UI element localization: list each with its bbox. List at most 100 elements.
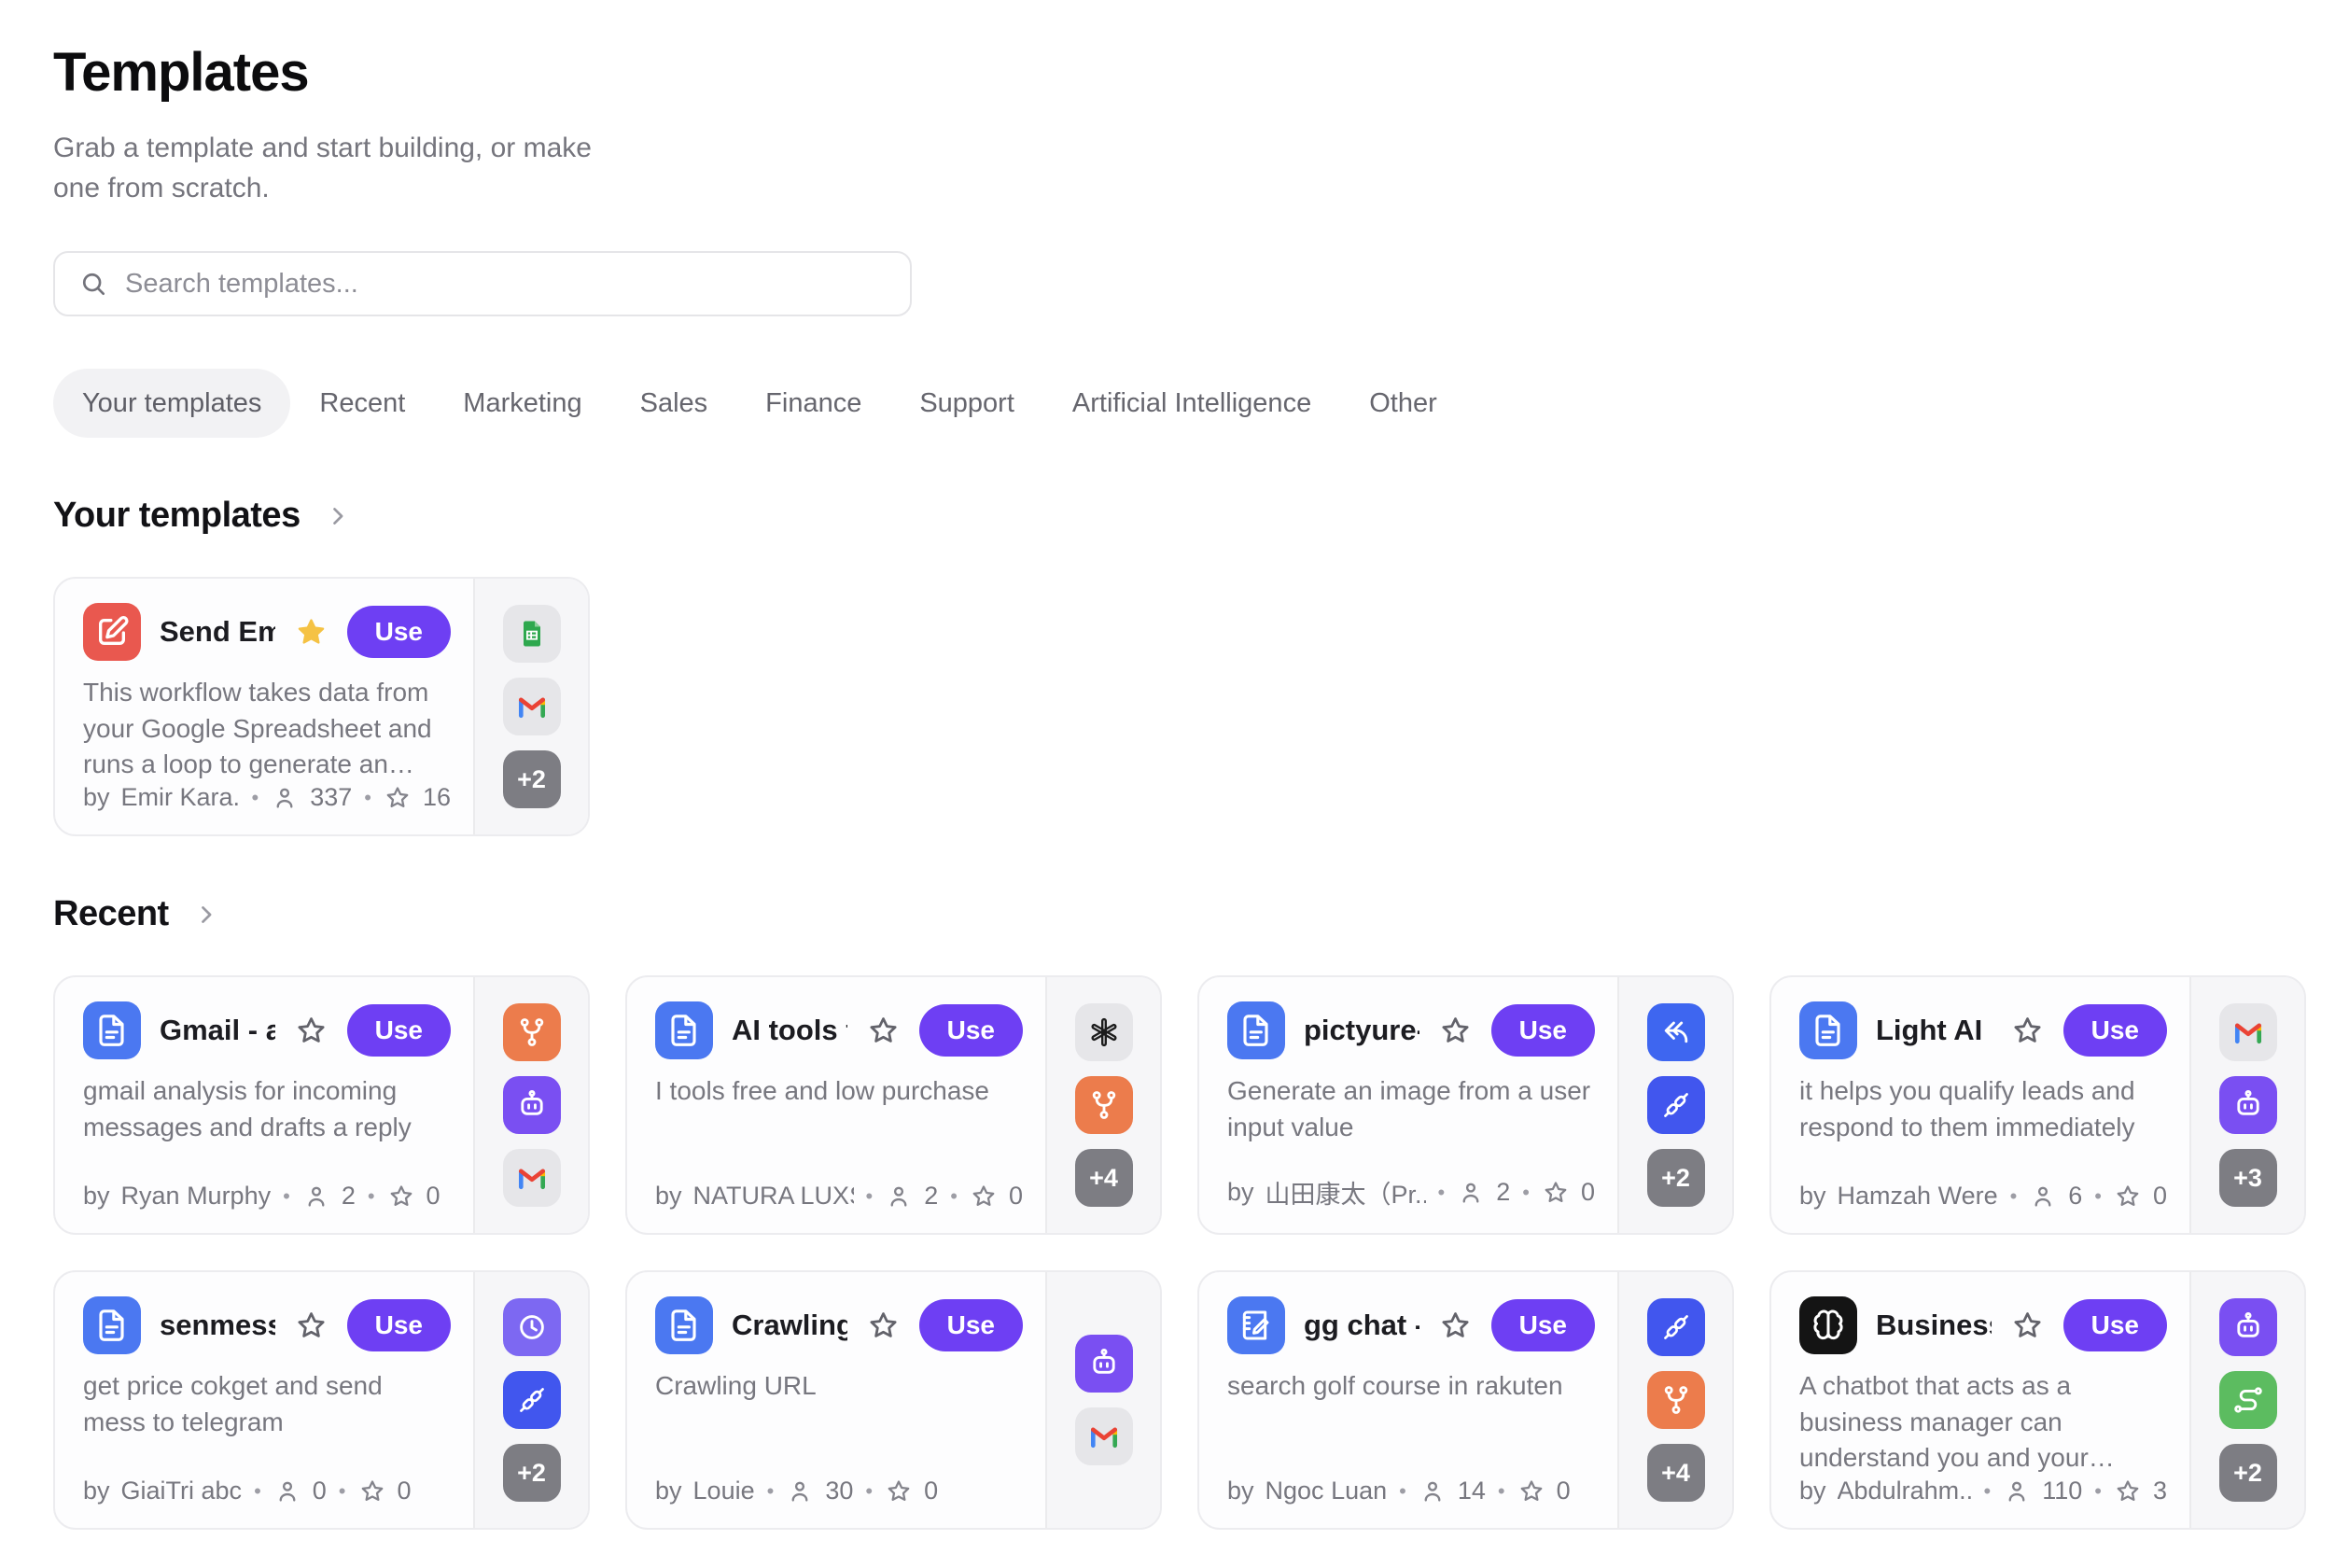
template-card[interactable]: Light AI Use it helps you qualify leads …	[1769, 975, 2306, 1235]
author-name: 山田康太（Pr...	[1265, 1174, 1426, 1211]
template-description: A chatbot that acts as a business manage…	[1799, 1368, 2167, 1476]
tab-finance[interactable]: Finance	[736, 369, 890, 438]
favorite-star-icon[interactable]	[294, 1014, 329, 1048]
users-icon	[2003, 1477, 2031, 1505]
use-button[interactable]: Use	[919, 1299, 1023, 1351]
favorite-star-icon[interactable]	[866, 1309, 901, 1343]
card-grid: Send Ema... Use This workflow takes data…	[53, 577, 2335, 836]
tab-artificial-intelligence[interactable]: Artificial Intelligence	[1043, 369, 1340, 438]
app-stack: +4	[1045, 977, 1160, 1233]
template-title: Crawling	[732, 1309, 847, 1342]
template-card[interactable]: senmess Use get price cokget and send me…	[53, 1270, 590, 1530]
favorite-star-icon[interactable]	[2010, 1014, 2045, 1048]
template-card[interactable]: Crawling Use Crawling URL by Louie • 30 …	[625, 1270, 1162, 1530]
section-title: Recent	[53, 894, 169, 934]
stars-count: 0	[426, 1182, 440, 1211]
sections: Your templates Send Ema... Use This work…	[53, 496, 2335, 1530]
section-title: Your templates	[53, 496, 301, 536]
card-header: Light AI Use	[1799, 1001, 2167, 1059]
use-button[interactable]: Use	[2063, 1299, 2167, 1351]
more-apps-badge: +4	[1647, 1444, 1705, 1502]
users-count: 2	[924, 1182, 938, 1211]
use-button[interactable]: Use	[347, 606, 451, 658]
use-button[interactable]: Use	[347, 1004, 451, 1057]
template-meta: by Abdulrahm... • 110 • 3	[1799, 1477, 2167, 1505]
document-icon	[655, 1001, 713, 1059]
users-count: 6	[2068, 1182, 2082, 1211]
favorite-star-icon[interactable]	[866, 1014, 901, 1048]
separator-dot: •	[1983, 1479, 1992, 1504]
favorite-star-icon[interactable]	[294, 615, 329, 650]
stars-count: 0	[1009, 1182, 1023, 1211]
chevron-right-icon[interactable]	[193, 902, 219, 928]
template-card[interactable]: Business ... Use A chatbot that acts as …	[1769, 1270, 2306, 1530]
separator-dot: •	[282, 1184, 291, 1209]
users-icon	[1457, 1179, 1485, 1207]
author-name: NATURA LUXS	[693, 1182, 854, 1211]
users-icon	[302, 1183, 330, 1211]
card-header: AI tools fr... Use	[655, 1001, 1023, 1059]
use-button[interactable]: Use	[2063, 1004, 2167, 1057]
template-card[interactable]: gg chat - ... Use search golf course in …	[1197, 1270, 1734, 1530]
card-main: Business ... Use A chatbot that acts as …	[1771, 1272, 2189, 1528]
app-stack: +4	[1617, 1272, 1732, 1528]
note-edit-icon	[83, 603, 141, 661]
favorite-star-icon[interactable]	[2010, 1309, 2045, 1343]
author-name: Emir Kara...	[121, 783, 240, 812]
plug-icon	[1647, 1298, 1705, 1356]
app-stack: +2	[1617, 977, 1732, 1233]
tab-marketing[interactable]: Marketing	[434, 369, 610, 438]
favorite-star-icon[interactable]	[294, 1309, 329, 1343]
plug-icon	[503, 1371, 561, 1429]
separator-dot: •	[253, 1479, 262, 1504]
favorite-star-icon[interactable]	[1438, 1309, 1473, 1343]
tab-recent[interactable]: Recent	[290, 369, 434, 438]
template-meta: by Hamzah Were • 6 • 0	[1799, 1182, 2167, 1211]
use-button[interactable]: Use	[1491, 1299, 1595, 1351]
template-card[interactable]: Send Ema... Use This workflow takes data…	[53, 577, 590, 836]
robot-icon	[2219, 1076, 2277, 1134]
by-label: by	[1227, 1178, 1254, 1207]
author-name: Ngoc Luan	[1265, 1477, 1388, 1505]
stars-count: 0	[398, 1477, 412, 1505]
tab-other[interactable]: Other	[1340, 369, 1466, 438]
template-card[interactable]: pictyure-... Use Generate an image from …	[1197, 975, 1734, 1235]
page-subtitle: Grab a template and start building, or m…	[53, 128, 599, 208]
tab-support[interactable]: Support	[890, 369, 1043, 438]
tab-sales[interactable]: Sales	[611, 369, 737, 438]
template-description: gmail analysis for incoming messages and…	[83, 1073, 451, 1145]
tab-your-templates[interactable]: Your templates	[53, 369, 290, 438]
users-icon	[1419, 1477, 1447, 1505]
use-button[interactable]: Use	[1491, 1004, 1595, 1057]
use-button[interactable]: Use	[919, 1004, 1023, 1057]
app-stack	[1045, 1272, 1160, 1528]
document-icon	[655, 1296, 713, 1354]
template-meta: by Ngoc Luan • 14 • 0	[1227, 1477, 1595, 1505]
stars-count: 0	[1581, 1178, 1595, 1207]
author-name: Hamzah Were	[1838, 1182, 1998, 1211]
search-box[interactable]	[53, 251, 912, 316]
author-name: Ryan Murphy	[121, 1182, 272, 1211]
template-card[interactable]: AI tools fr... Use I tools free and low …	[625, 975, 1162, 1235]
card-header: Gmail - a... Use	[83, 1001, 451, 1059]
users-count: 2	[342, 1182, 356, 1211]
card-main: senmess Use get price cokget and send me…	[55, 1272, 473, 1528]
favorite-star-icon[interactable]	[1438, 1014, 1473, 1048]
card-main: Send Ema... Use This workflow takes data…	[55, 579, 473, 834]
separator-dot: •	[338, 1479, 347, 1504]
use-button[interactable]: Use	[347, 1299, 451, 1351]
chevron-right-icon[interactable]	[325, 503, 351, 529]
template-card[interactable]: Gmail - a... Use gmail analysis for inco…	[53, 975, 590, 1235]
book-edit-icon	[1227, 1296, 1285, 1354]
users-icon	[273, 1477, 301, 1505]
stars-icon	[2114, 1183, 2142, 1211]
template-description: Crawling URL	[655, 1368, 1023, 1404]
search-input[interactable]	[125, 269, 887, 300]
separator-dot: •	[250, 786, 259, 810]
by-label: by	[1799, 1477, 1826, 1505]
separator-dot: •	[1497, 1479, 1506, 1504]
template-description: I tools free and low purchase	[655, 1073, 1023, 1109]
app-stack: +2	[473, 1272, 588, 1528]
users-icon	[271, 784, 299, 812]
template-title: AI tools fr...	[732, 1014, 847, 1047]
